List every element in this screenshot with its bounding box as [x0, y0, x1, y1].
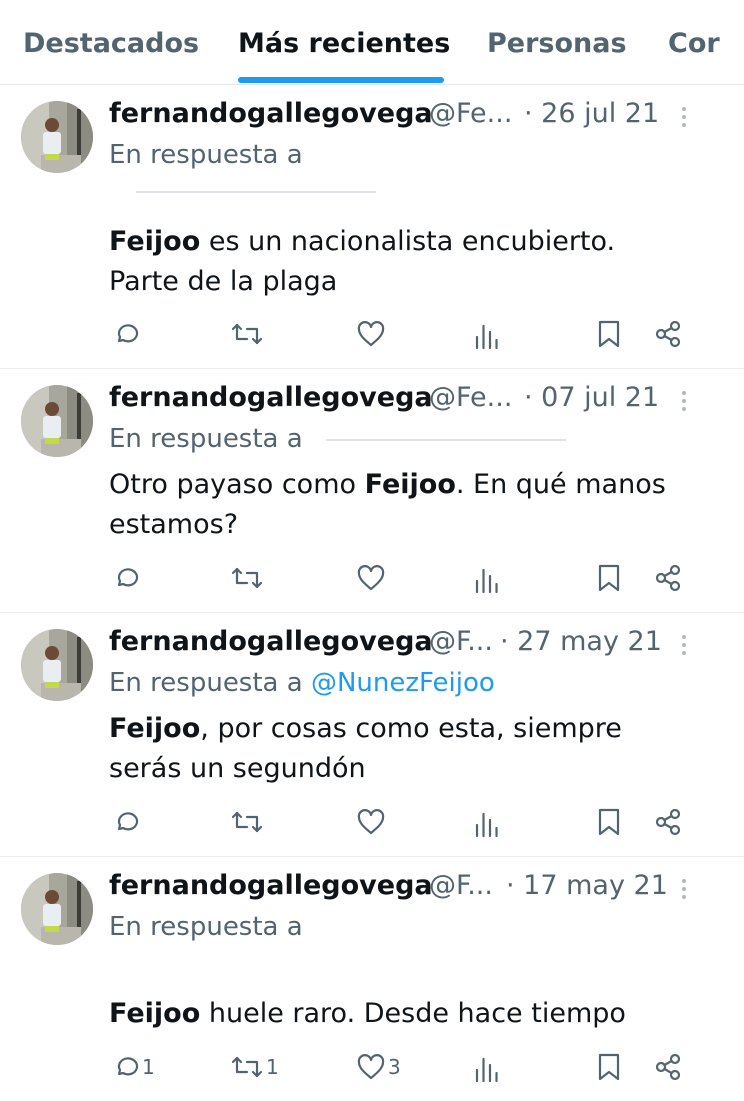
like-count: 3	[388, 1055, 401, 1079]
share-button[interactable]	[653, 1051, 683, 1083]
like-button[interactable]	[356, 562, 388, 594]
reply-user-link[interactable]: @NunezFeijoo	[311, 668, 495, 698]
tweet-date[interactable]: · 26 jul 21	[524, 98, 659, 129]
like-button[interactable]: 3	[356, 1051, 401, 1083]
retweet-button[interactable]	[230, 806, 266, 838]
reply-prefix: En respuesta a	[109, 424, 303, 454]
author-name[interactable]: fernandogallegovega	[109, 626, 433, 657]
reply-prefix: En respuesta a	[109, 668, 303, 698]
retweet-button[interactable]	[230, 562, 266, 594]
tab-mas-recientes[interactable]: Más recientes	[238, 28, 450, 59]
reply-prefix: En respuesta a	[109, 140, 303, 170]
like-icon	[357, 809, 385, 835]
tweet-text-line-2: estamos?	[109, 509, 239, 540]
reply-button[interactable]: 1	[112, 1051, 155, 1083]
tweet-text-line-1: Feijoo huele raro. Desde hace tiempo	[109, 998, 626, 1029]
more-icon[interactable]	[678, 107, 690, 131]
reply-count: 1	[142, 1055, 155, 1079]
retweet-button[interactable]: 1	[230, 1051, 279, 1083]
like-icon	[357, 565, 385, 591]
tab-cor[interactable]: Cor	[668, 28, 720, 59]
avatar[interactable]	[21, 629, 93, 701]
views-icon	[475, 324, 498, 350]
reply-button[interactable]	[112, 806, 142, 838]
tab-destacados[interactable]: Destacados	[23, 28, 199, 59]
tweet-date[interactable]: · 07 jul 21	[524, 382, 659, 413]
more-icon[interactable]	[678, 635, 690, 659]
bookmark-button[interactable]	[596, 806, 622, 838]
share-icon	[655, 1053, 681, 1081]
like-button[interactable]	[356, 806, 388, 838]
more-icon[interactable]	[678, 879, 690, 903]
avatar[interactable]	[21, 101, 93, 173]
retweet-icon	[231, 567, 263, 589]
author-name[interactable]: fernandogallegovega	[109, 382, 433, 413]
tweet-text-line-1: Feijoo es un nacionalista encubierto.	[109, 226, 616, 257]
views-icon	[475, 812, 498, 838]
tweet-date[interactable]: · 27 may 21	[500, 626, 662, 657]
views-button[interactable]	[474, 808, 500, 840]
bookmark-icon	[598, 564, 620, 592]
reply-icon	[117, 324, 139, 343]
tweet-date[interactable]: · 17 may 21	[506, 870, 668, 901]
search-tabs: Destacados Más recientes Personas Cor	[0, 0, 744, 85]
retweet-button[interactable]	[230, 318, 266, 350]
tweet-text-line-2: Parte de la plaga	[109, 266, 338, 297]
redacted-mark	[136, 191, 376, 193]
tweet[interactable]: fernandogallegovega @Fe... · 26 jul 21 E…	[0, 85, 744, 369]
retweet-icon	[231, 323, 263, 345]
author-handle[interactable]: @Fe...	[429, 382, 512, 413]
tweet[interactable]: fernandogallegovega @F... · 27 may 21 En…	[0, 613, 744, 857]
avatar[interactable]	[21, 873, 93, 945]
share-button[interactable]	[653, 318, 683, 350]
reply-button[interactable]	[112, 318, 142, 350]
author-handle[interactable]: @F...	[429, 870, 493, 901]
reply-icon	[117, 1057, 139, 1076]
reply-context: En respuesta a	[109, 912, 303, 942]
views-button[interactable]	[474, 1053, 500, 1085]
redacted-mark	[326, 439, 566, 441]
more-icon[interactable]	[678, 391, 690, 415]
bookmark-button[interactable]	[596, 318, 622, 350]
author-name[interactable]: fernandogallegovega	[109, 870, 433, 901]
tweet[interactable]: fernandogallegovega @F... · 17 may 21 En…	[0, 857, 744, 1101]
reply-context: En respuesta a @NunezFeijoo	[109, 668, 495, 698]
tweet-text-line-2: serás un segundón	[109, 753, 366, 784]
tab-personas[interactable]: Personas	[487, 28, 627, 59]
tweet-text-line-1: Feijoo, por cosas como esta, siempre	[109, 713, 622, 744]
avatar[interactable]	[21, 385, 93, 457]
share-icon	[655, 808, 681, 836]
bookmark-icon	[598, 808, 620, 836]
share-button[interactable]	[653, 806, 683, 838]
bookmark-button[interactable]	[596, 562, 622, 594]
reply-button[interactable]	[112, 562, 142, 594]
retweet-icon	[231, 811, 263, 833]
retweet-count: 1	[266, 1055, 279, 1079]
reply-context: En respuesta a	[109, 424, 303, 454]
author-name[interactable]: fernandogallegovega	[109, 98, 433, 129]
views-button[interactable]	[474, 320, 500, 352]
tweet[interactable]: fernandogallegovega @Fe... · 07 jul 21 E…	[0, 369, 744, 613]
share-icon	[655, 320, 681, 348]
reply-context: En respuesta a	[109, 140, 303, 170]
bookmark-icon	[598, 320, 620, 348]
author-handle[interactable]: @F...	[429, 626, 493, 657]
views-icon	[475, 1057, 498, 1083]
like-button[interactable]	[356, 318, 388, 350]
reply-prefix: En respuesta a	[109, 912, 303, 942]
bookmark-button[interactable]	[596, 1051, 622, 1083]
reply-icon	[117, 812, 139, 831]
views-button[interactable]	[474, 564, 500, 596]
like-icon	[357, 1054, 385, 1080]
bookmark-icon	[598, 1053, 620, 1081]
views-icon	[475, 568, 498, 594]
author-handle[interactable]: @Fe...	[429, 98, 512, 129]
like-icon	[357, 321, 385, 347]
reply-icon	[117, 568, 139, 587]
share-button[interactable]	[653, 562, 683, 594]
share-icon	[655, 564, 681, 592]
active-tab-indicator	[238, 77, 444, 83]
tweet-text-line-1: Otro payaso como Feijoo. En qué manos	[109, 469, 666, 500]
retweet-icon	[231, 1056, 263, 1078]
